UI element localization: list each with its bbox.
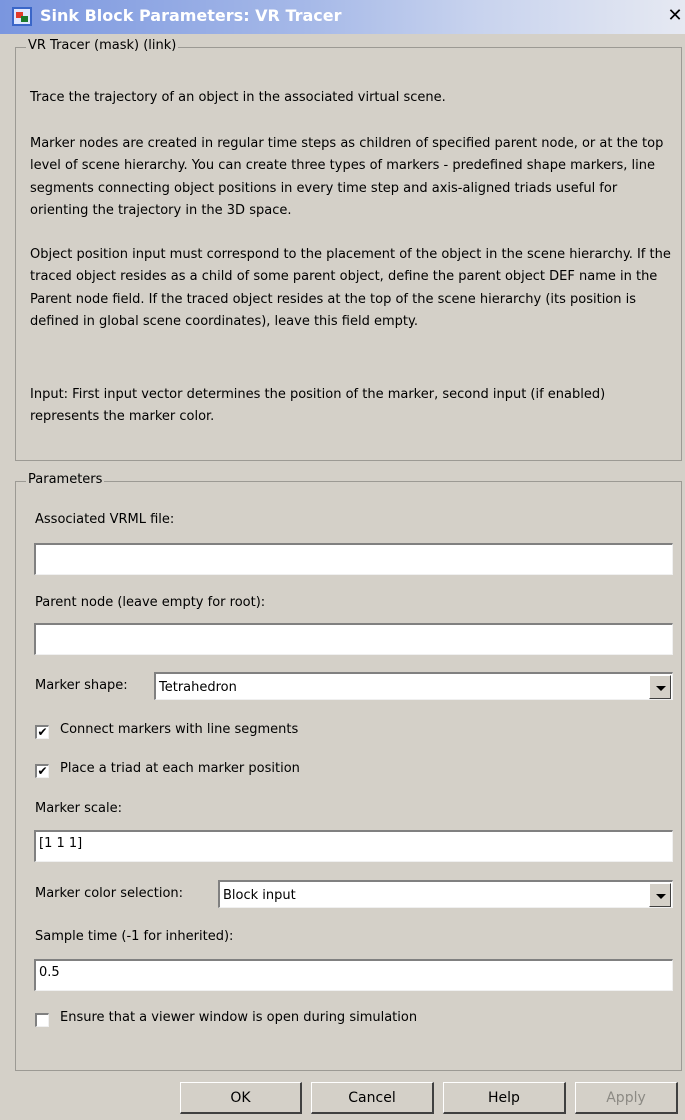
apply-button[interactable]: Apply (575, 1082, 678, 1114)
help-button[interactable]: Help (443, 1082, 566, 1114)
marker-shape-select[interactable]: Tetrahedron (154, 672, 673, 700)
description-text: Marker nodes are created in regular time… (30, 136, 664, 219)
marker-color-value: Block input (223, 888, 296, 903)
place-triad-label[interactable]: Place a triad at each marker position (60, 761, 300, 776)
ok-button[interactable]: OK (180, 1082, 302, 1114)
connect-markers-label[interactable]: Connect markers with line segments (60, 722, 298, 737)
marker-scale-input[interactable]: [1 1 1] (34, 830, 673, 862)
chevron-down-icon[interactable] (649, 675, 671, 699)
place-triad-checkbox[interactable]: ✔ (35, 764, 49, 778)
simulink-block-icon (12, 7, 32, 26)
vrml-file-input[interactable] (34, 543, 673, 575)
cancel-button[interactable]: Cancel (311, 1082, 434, 1114)
close-icon[interactable]: ✕ (665, 5, 685, 27)
title-bar[interactable]: Sink Block Parameters: VR Tracer ✕ (0, 0, 685, 34)
description-group-legend: VR Tracer (mask) (link) (26, 38, 179, 53)
description-text: Trace the trajectory of an object in the… (30, 90, 446, 105)
parameters-group-legend: Parameters (26, 472, 105, 487)
parent-node-label: Parent node (leave empty for root): (35, 595, 266, 610)
marker-shape-value: Tetrahedron (159, 680, 237, 695)
marker-color-label: Marker color selection: (35, 886, 184, 901)
marker-scale-label: Marker scale: (35, 801, 122, 816)
chevron-down-icon[interactable] (649, 883, 671, 907)
ensure-viewer-label[interactable]: Ensure that a viewer window is open duri… (60, 1010, 417, 1025)
description-text: Input: First input vector determines the… (30, 387, 606, 425)
vrml-file-label: Associated VRML file: (35, 512, 175, 527)
parent-node-input[interactable] (34, 623, 673, 655)
ensure-viewer-checkbox[interactable] (35, 1013, 49, 1027)
marker-shape-label: Marker shape: (35, 678, 128, 693)
check-icon: ✔ (37, 764, 48, 778)
connect-markers-checkbox[interactable]: ✔ (35, 725, 49, 739)
sample-time-label: Sample time (-1 for inherited): (35, 929, 234, 944)
description-text: Object position input must correspond to… (30, 247, 671, 330)
sample-time-input[interactable]: 0.5 (34, 959, 673, 991)
check-icon: ✔ (37, 725, 48, 739)
marker-color-select[interactable]: Block input (218, 880, 673, 908)
window-title: Sink Block Parameters: VR Tracer (40, 6, 342, 25)
